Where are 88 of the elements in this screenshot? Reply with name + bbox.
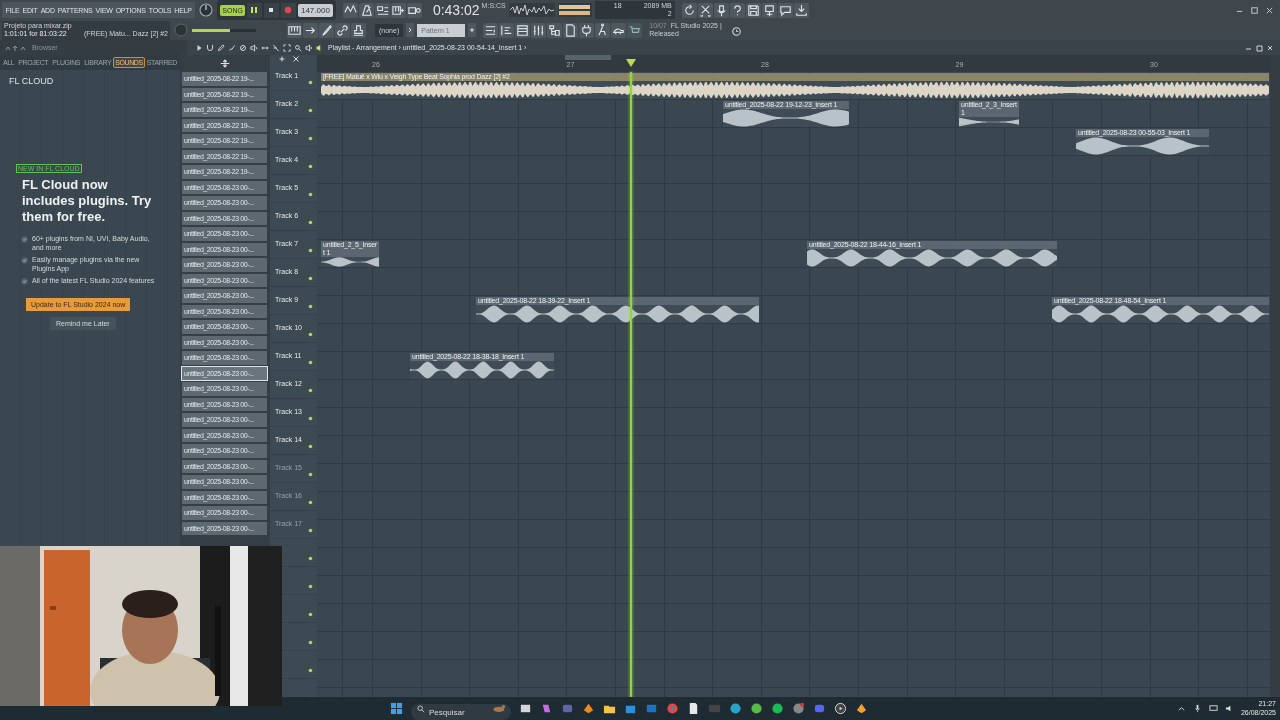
track-enabled-icon[interactable] (308, 584, 313, 589)
track-enabled-icon[interactable] (308, 388, 313, 393)
maximize-icon[interactable] (1250, 5, 1259, 15)
microphone-icon[interactable] (713, 2, 729, 18)
check-icon (21, 236, 28, 243)
track-enabled-icon[interactable] (308, 556, 313, 561)
help-icon[interactable] (729, 2, 745, 18)
speaker-icon[interactable] (304, 42, 314, 53)
windows-icon[interactable] (390, 702, 403, 715)
keyboard-plus-icon[interactable] (390, 2, 406, 18)
playlist-icon[interactable] (483, 22, 499, 38)
track-enabled-icon[interactable] (308, 332, 313, 337)
link-icon[interactable] (335, 22, 350, 38)
track-enabled-icon[interactable] (308, 528, 313, 533)
time-display: 0:43:02 (432, 2, 480, 18)
chevron-up-icon[interactable] (1176, 704, 1186, 713)
select-icon[interactable] (282, 42, 292, 53)
promo-headline: FL Cloud now includes plugins. Try them for free. (22, 177, 153, 225)
network-icon[interactable] (1208, 704, 1218, 713)
piano-roll-icon[interactable] (499, 22, 515, 38)
pencil-icon[interactable] (216, 42, 226, 53)
track-enabled-icon[interactable] (308, 108, 313, 113)
scissors-icon[interactable] (697, 2, 713, 18)
close-icon[interactable] (1265, 5, 1274, 15)
plug-icon[interactable] (579, 22, 595, 38)
scrollbar[interactable] (1270, 55, 1280, 697)
chat-icon[interactable] (777, 2, 793, 18)
brush-icon[interactable] (319, 22, 334, 38)
section-heading: FL CLOUD (8, 75, 55, 88)
download-icon[interactable] (793, 2, 809, 18)
metronome-icon[interactable] (358, 2, 374, 18)
piano-icon[interactable] (287, 22, 302, 38)
oscilloscope (508, 3, 555, 17)
track-enabled-icon[interactable] (308, 612, 313, 617)
playhead-marker-icon[interactable] (626, 59, 636, 67)
save-icon[interactable] (745, 2, 761, 18)
peak-meter (557, 3, 592, 17)
track-enabled-icon[interactable] (308, 80, 313, 85)
track-enabled-icon[interactable] (308, 136, 313, 141)
search-icon (417, 704, 425, 713)
track-enabled-icon[interactable] (308, 276, 313, 281)
track-enabled-icon[interactable] (308, 416, 313, 421)
record-icon (283, 5, 294, 15)
window-controls-icon[interactable] (1244, 42, 1274, 53)
move-icon[interactable] (219, 59, 231, 68)
tree-icon[interactable] (547, 22, 563, 38)
check-icon (21, 278, 28, 285)
track-enabled-icon[interactable] (308, 640, 313, 645)
track-enabled-icon[interactable] (308, 164, 313, 169)
play-circle-icon[interactable] (834, 702, 847, 715)
stamp-icon[interactable] (351, 22, 366, 38)
delete-icon[interactable] (238, 42, 248, 53)
track-enabled-icon[interactable] (308, 472, 313, 477)
knob-icon[interactable] (198, 2, 215, 18)
document-icon[interactable] (563, 22, 579, 38)
track-enabled-icon[interactable] (308, 360, 313, 365)
track-enabled-icon[interactable] (308, 220, 313, 225)
track-enabled-icon[interactable] (308, 668, 313, 673)
scroll-thumb[interactable] (565, 55, 611, 60)
tempo-display[interactable]: 147.000 (297, 3, 333, 17)
plus-icon[interactable] (468, 23, 477, 37)
magnet-icon[interactable] (205, 42, 215, 53)
waveform-icon[interactable] (342, 2, 358, 18)
track-enabled-icon[interactable] (308, 304, 313, 309)
search-field[interactable]: Pesquisar (411, 704, 511, 720)
waveform (959, 117, 1019, 127)
track-enabled-icon[interactable] (308, 192, 313, 197)
refresh-icon[interactable] (681, 2, 697, 18)
plus-icon[interactable] (278, 55, 286, 63)
mixer-icon[interactable] (531, 22, 547, 38)
check-icon (21, 257, 28, 264)
pause-icon (249, 5, 260, 15)
export-icon[interactable] (761, 2, 777, 18)
mute-icon[interactable] (249, 42, 259, 53)
app-icon[interactable] (792, 702, 805, 715)
zoom-icon[interactable] (293, 42, 303, 53)
track-enabled-icon[interactable] (308, 248, 313, 253)
figure-icon[interactable] (595, 22, 611, 38)
waveform (321, 257, 379, 267)
play-button[interactable] (246, 2, 262, 18)
stop-button[interactable] (263, 2, 279, 18)
track-enabled-icon[interactable] (308, 500, 313, 505)
master-volume-slider[interactable] (192, 28, 256, 32)
task-view-icon[interactable] (519, 702, 532, 715)
file-icon[interactable] (687, 702, 700, 715)
cart-icon[interactable] (627, 22, 643, 38)
close-icon[interactable] (292, 55, 300, 63)
track-enabled-icon[interactable] (308, 444, 313, 449)
